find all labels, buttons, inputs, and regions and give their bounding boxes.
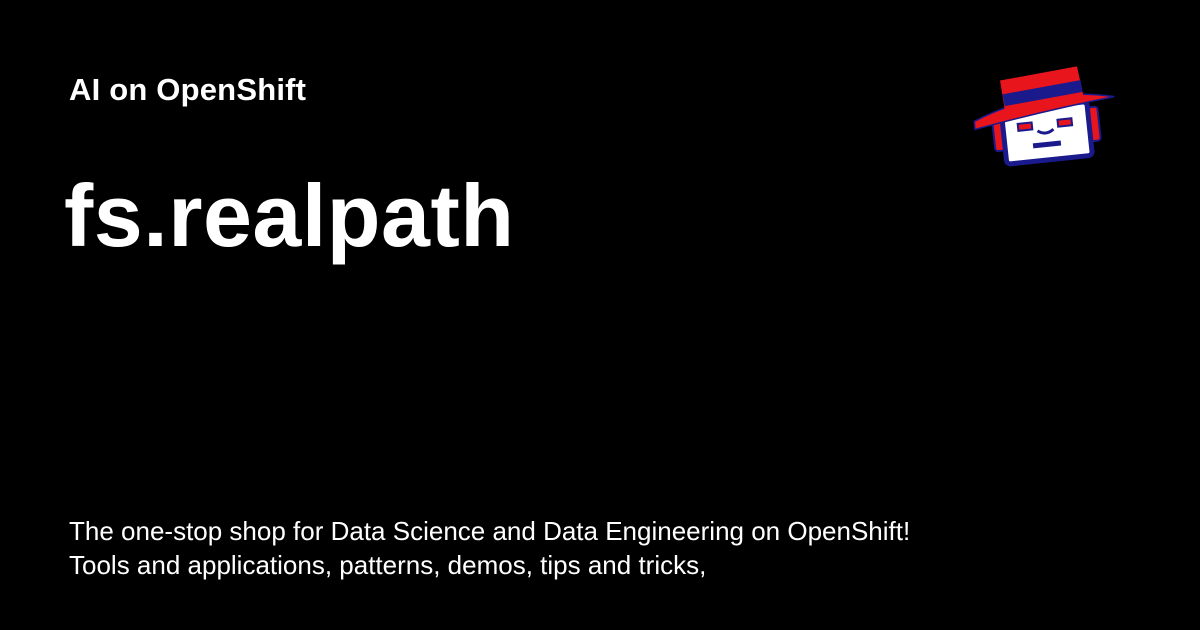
page-description: The one-stop shop for Data Science and D… bbox=[69, 516, 911, 580]
page-title: fs.realpath bbox=[64, 166, 515, 265]
robot-with-red-hat-icon bbox=[973, 66, 1115, 167]
site-name: AI on OpenShift bbox=[69, 72, 307, 107]
social-card: AI on OpenShift fs.realpath The one-stop… bbox=[0, 0, 1200, 630]
